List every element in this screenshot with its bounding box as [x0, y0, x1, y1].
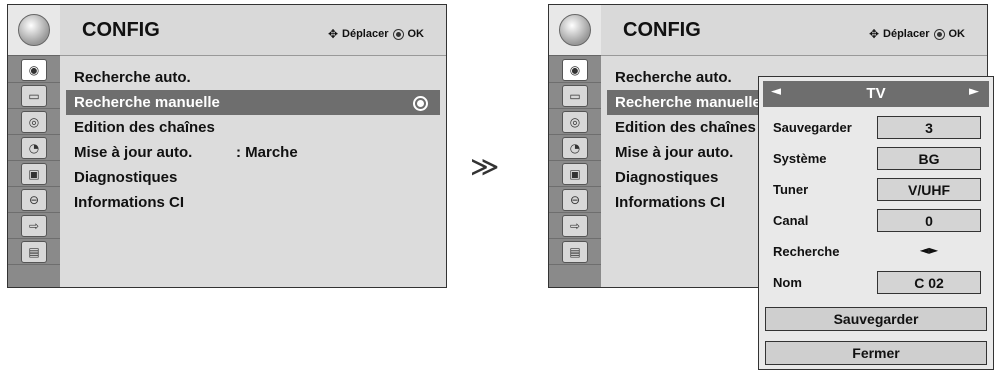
menu-item-label: Edition des chaînes: [74, 119, 215, 136]
sidebar-item-lock[interactable]: ⊖: [549, 187, 601, 213]
sidebar-item-usb[interactable]: ▤: [8, 239, 60, 265]
menu-item-auto-update[interactable]: Mise à jour auto. : Marche: [66, 140, 440, 165]
sidebar: ◉ ▭ ◎ ◔ ▣ ⊖ ⇨ ▤: [549, 5, 601, 287]
picture-icon: ▭: [21, 84, 47, 107]
sidebar-item-input[interactable]: ⇨: [549, 213, 601, 239]
sidebar-item-usb[interactable]: ▤: [549, 239, 601, 265]
close-button[interactable]: Fermer: [765, 341, 987, 365]
menu-item-label: Diagnostiques: [615, 169, 719, 186]
menu-item-diagnostics[interactable]: Diagnostiques: [66, 165, 440, 190]
manual-search-dialog: ◄ TV ► Sauvegarder 3 Système BG Tuner V/…: [758, 76, 994, 370]
option-icon: ▣: [562, 162, 588, 185]
selected-radio-icon: [413, 96, 428, 111]
lock-icon: ⊖: [562, 188, 588, 211]
menu-item-label: Recherche auto.: [74, 69, 191, 86]
input-icon: ⇨: [562, 214, 588, 237]
next-arrow-icon[interactable]: ►: [969, 84, 979, 99]
menu-item-label: Informations CI: [615, 194, 726, 211]
name-field[interactable]: C 02: [877, 271, 981, 294]
move-icon: ✥: [868, 27, 880, 41]
menu-logo-icon: [549, 5, 601, 56]
menu-item-label: Informations CI: [74, 194, 185, 211]
menu-item-auto-search[interactable]: Recherche auto.: [66, 65, 440, 90]
search-arrows-icon[interactable]: ◄►: [877, 243, 981, 257]
menu-logo-icon: [8, 5, 60, 56]
menu-item-ci-info[interactable]: Informations CI: [66, 190, 440, 215]
system-field[interactable]: BG: [877, 147, 981, 170]
option-icon: ▣: [21, 162, 47, 185]
audio-icon: ◎: [562, 110, 588, 133]
move-icon: ✥: [327, 27, 339, 41]
tuner-field[interactable]: V/UHF: [877, 178, 981, 201]
storage-label: Sauvegarder: [773, 120, 852, 135]
hint-move-label: Déplacer: [342, 28, 389, 40]
ok-icon: [392, 28, 404, 40]
sidebar-item-setup[interactable]: ◉: [8, 57, 60, 83]
hint-move-label: Déplacer: [883, 28, 930, 40]
page-title: CONFIG: [82, 19, 160, 41]
tuner-label: Tuner: [773, 182, 809, 197]
menu-item-label: Recherche manuelle: [74, 94, 220, 111]
tuner-row: Tuner V/UHF: [763, 175, 989, 206]
save-button[interactable]: Sauvegarder: [765, 307, 987, 331]
menu-item-manual-search[interactable]: Recherche manuelle: [66, 90, 440, 115]
antenna-icon: ◉: [21, 58, 47, 81]
hint-ok-label: OK: [948, 28, 966, 40]
menu-item-label: Recherche auto.: [615, 69, 732, 86]
storage-row: Sauvegarder 3: [763, 113, 989, 144]
name-label: Nom: [773, 275, 802, 290]
antenna-icon: ◉: [562, 58, 588, 81]
usb-icon: ▤: [562, 240, 588, 263]
sidebar-item-time[interactable]: ◔: [549, 135, 601, 161]
nav-hint: ✥ Déplacer OK: [869, 27, 965, 41]
sidebar-item-option[interactable]: ▣: [549, 161, 601, 187]
storage-field[interactable]: 3: [877, 116, 981, 139]
hint-ok-label: OK: [407, 28, 425, 40]
ok-icon: [933, 28, 945, 40]
nav-hint: ✥ Déplacer OK: [328, 27, 424, 41]
menu-item-label: Mise à jour auto.: [74, 144, 193, 161]
system-label: Système: [773, 151, 827, 166]
audio-icon: ◎: [21, 110, 47, 133]
sidebar: ◉ ▭ ◎ ◔ ▣ ⊖ ⇨ ▤: [8, 5, 60, 287]
channel-field[interactable]: 0: [877, 209, 981, 232]
page-title: CONFIG: [623, 19, 701, 41]
sidebar-item-picture[interactable]: ▭: [8, 83, 60, 109]
sidebar-item-time[interactable]: ◔: [8, 135, 60, 161]
input-icon: ⇨: [21, 214, 47, 237]
system-row: Système BG: [763, 144, 989, 175]
menu-item-label: Mise à jour auto.: [615, 144, 734, 161]
sidebar-item-audio[interactable]: ◎: [549, 109, 601, 135]
sidebar-item-lock[interactable]: ⊖: [8, 187, 60, 213]
name-row: Nom C 02: [763, 268, 989, 299]
picture-icon: ▭: [562, 84, 588, 107]
search-row: Recherche ◄►: [763, 237, 989, 268]
sidebar-item-option[interactable]: ▣: [8, 161, 60, 187]
channel-row: Canal 0: [763, 206, 989, 237]
lock-icon: ⊖: [21, 188, 47, 211]
menu-item-label: Edition des chaînes: [615, 119, 756, 136]
sidebar-item-input[interactable]: ⇨: [8, 213, 60, 239]
next-step-arrow: ≫: [470, 150, 500, 183]
menu-item-label: Recherche manuelle: [615, 94, 761, 111]
time-icon: ◔: [21, 136, 47, 159]
sidebar-item-picture[interactable]: ▭: [549, 83, 601, 109]
band-value: TV: [866, 85, 886, 102]
menu-item-value: : Marche: [236, 144, 298, 161]
search-label: Recherche: [773, 244, 840, 259]
time-icon: ◔: [562, 136, 588, 159]
menu-item-programme-edit[interactable]: Edition des chaînes: [66, 115, 440, 140]
sidebar-item-setup[interactable]: ◉: [549, 57, 601, 83]
menu-item-label: Diagnostiques: [74, 169, 178, 186]
usb-icon: ▤: [21, 240, 47, 263]
sidebar-item-audio[interactable]: ◎: [8, 109, 60, 135]
channel-label: Canal: [773, 213, 809, 228]
band-selector[interactable]: ◄ TV ►: [763, 81, 989, 107]
config-menu-panel-left: ◉ ▭ ◎ ◔ ▣ ⊖ ⇨ ▤ CONFIG ✥ Déplacer OK Rec…: [7, 4, 447, 288]
